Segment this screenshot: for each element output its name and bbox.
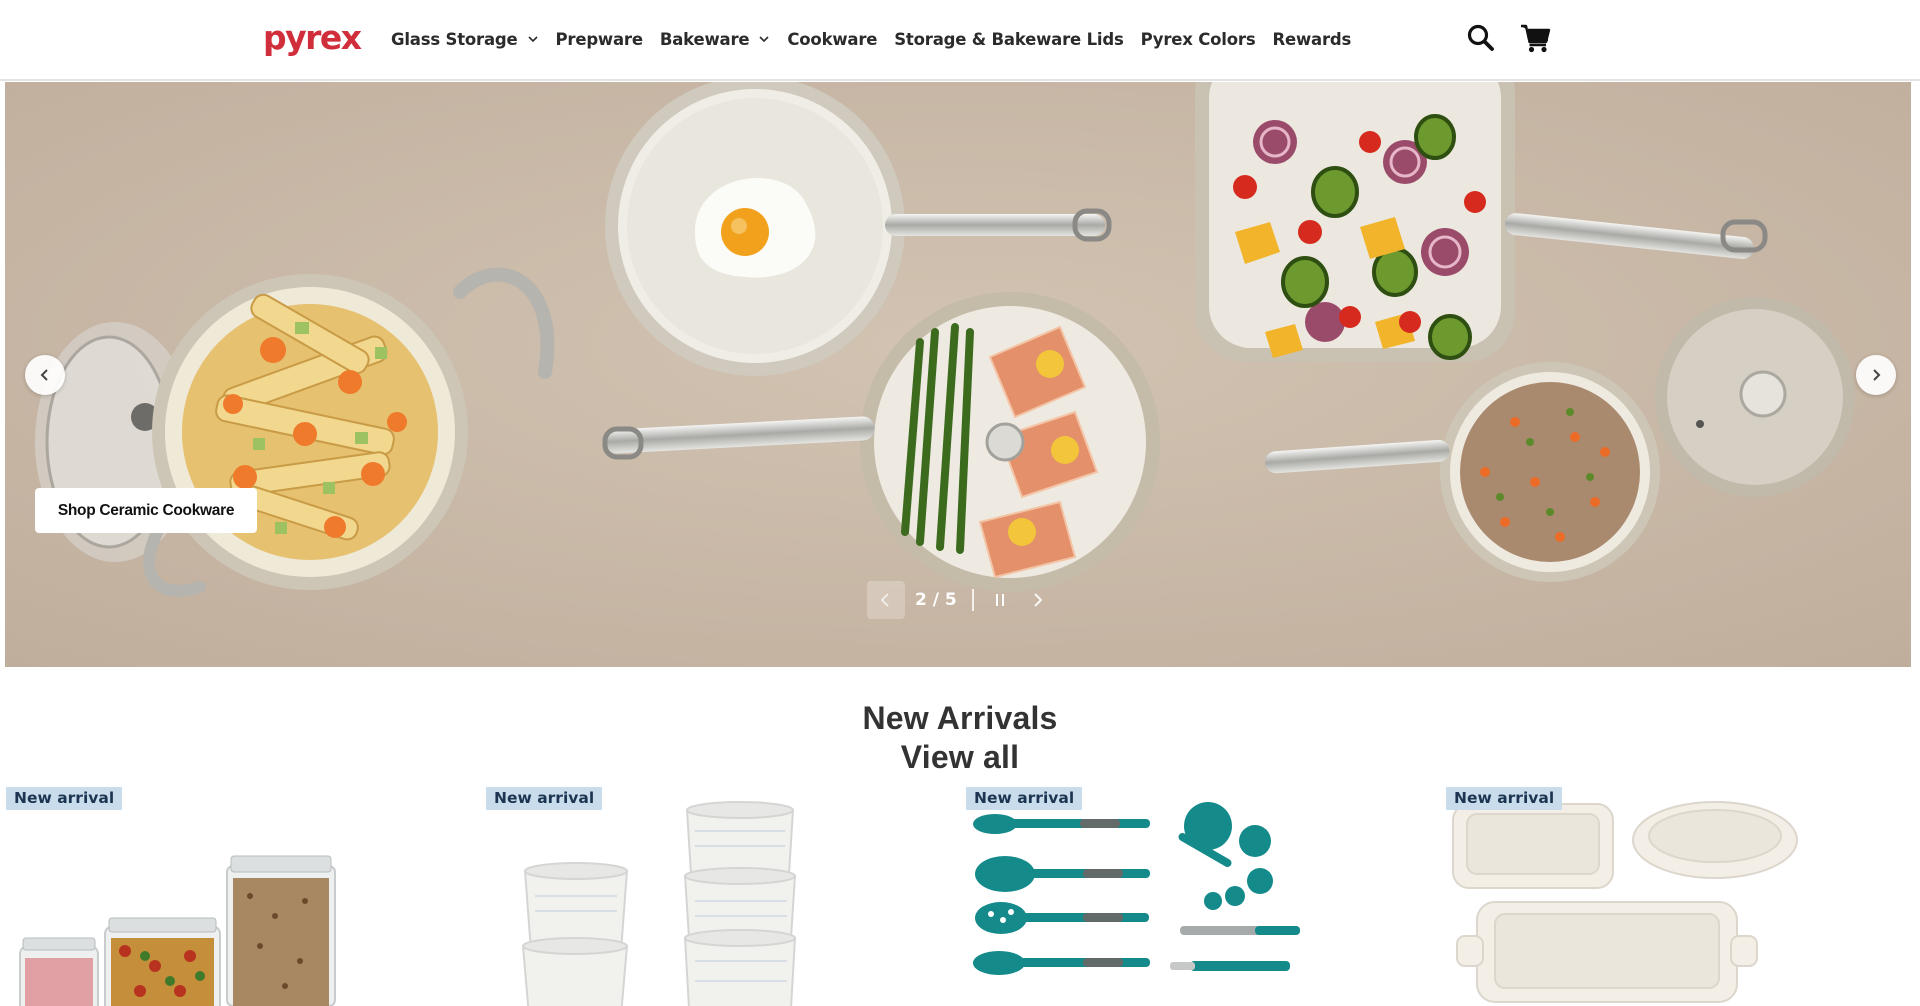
nav-item-label: Bakeware [659, 29, 750, 49]
chevron-left-icon [880, 593, 889, 607]
hero-cookware-image [5, 82, 1911, 667]
nav-item-pyrex-colors[interactable]: Pyrex Colors [1141, 30, 1256, 49]
hero-next-arrow[interactable] [1856, 355, 1896, 395]
nav-item-label: Cookware [787, 29, 878, 49]
product-card[interactable]: New arrival [485, 786, 955, 1006]
chevron-left-icon [40, 369, 48, 381]
pyrex-logo[interactable]: pyrex [263, 20, 362, 56]
product-card[interactable]: New arrival [965, 786, 1435, 1006]
header-actions [1465, 22, 1552, 54]
slide-controls: 2 / 5 [867, 581, 1054, 619]
nav-item-label: Rewards [1272, 29, 1352, 49]
new-arrival-badge: New arrival [1446, 787, 1563, 810]
chevron-right-icon [1873, 369, 1881, 381]
product-image-cream-bakeware-set [1452, 801, 1798, 1003]
pause-icon [995, 594, 1004, 606]
search-icon[interactable] [1465, 22, 1497, 54]
nav-item-label: Prepware [555, 29, 644, 49]
nav-item-label: Glass Storage [391, 29, 518, 49]
product-image-ceramic-ramekins [521, 801, 797, 1006]
product-card[interactable]: New arrival [1445, 786, 1915, 1006]
chevron-right-icon [1034, 593, 1042, 607]
nav-item-glass-storage[interactable]: Glass Storage [391, 30, 539, 49]
nav-item-prepware[interactable]: Prepware [555, 29, 644, 49]
product-image-teal-kitchen-utensils [973, 802, 1300, 975]
chevron-down-icon [527, 36, 538, 43]
chevron-down-icon [759, 36, 769, 43]
nav-item-storage-bakeware-lids[interactable]: Storage & Bakeware Lids [894, 29, 1124, 49]
site-header: pyrex Glass Storage Prepware Bakeware Co… [0, 0, 1920, 81]
shop-ceramic-cookware-button[interactable]: Shop Ceramic Cookware [35, 488, 257, 533]
slide-next-button[interactable] [1022, 581, 1054, 619]
view-all-link[interactable]: View all [901, 739, 1019, 776]
cart-icon[interactable] [1520, 22, 1552, 54]
slide-prev-button[interactable] [867, 581, 905, 619]
slide-pause-button[interactable] [984, 581, 1016, 619]
hero-slider: Shop Ceramic Cookware 2 / 5 [5, 82, 1911, 667]
new-arrivals-title: New Arrivals [862, 700, 1058, 736]
slide-counter: 2 / 5 [915, 590, 957, 610]
new-arrivals-heading: New Arrivals [0, 700, 1920, 737]
new-arrival-badge: New arrival [966, 787, 1083, 810]
main-nav: Glass Storage Prepware Bakeware Cookware… [391, 27, 1368, 51]
new-arrival-badge: New arrival [6, 787, 123, 810]
nav-item-bakeware[interactable]: Bakeware [660, 30, 771, 49]
hero-prev-arrow[interactable] [25, 355, 65, 395]
nav-item-rewards[interactable]: Rewards [1272, 30, 1351, 49]
new-arrival-badge: New arrival [486, 787, 603, 810]
product-image-glass-canisters [19, 855, 336, 1006]
slide-controls-divider [971, 589, 974, 611]
nav-item-label: Storage & Bakeware Lids [894, 29, 1124, 49]
view-all-link-wrap: View all [0, 739, 1920, 776]
nav-item-cookware[interactable]: Cookware [787, 30, 877, 49]
nav-item-label: Pyrex Colors [1140, 29, 1256, 49]
product-card[interactable]: New arrival [5, 786, 475, 1006]
